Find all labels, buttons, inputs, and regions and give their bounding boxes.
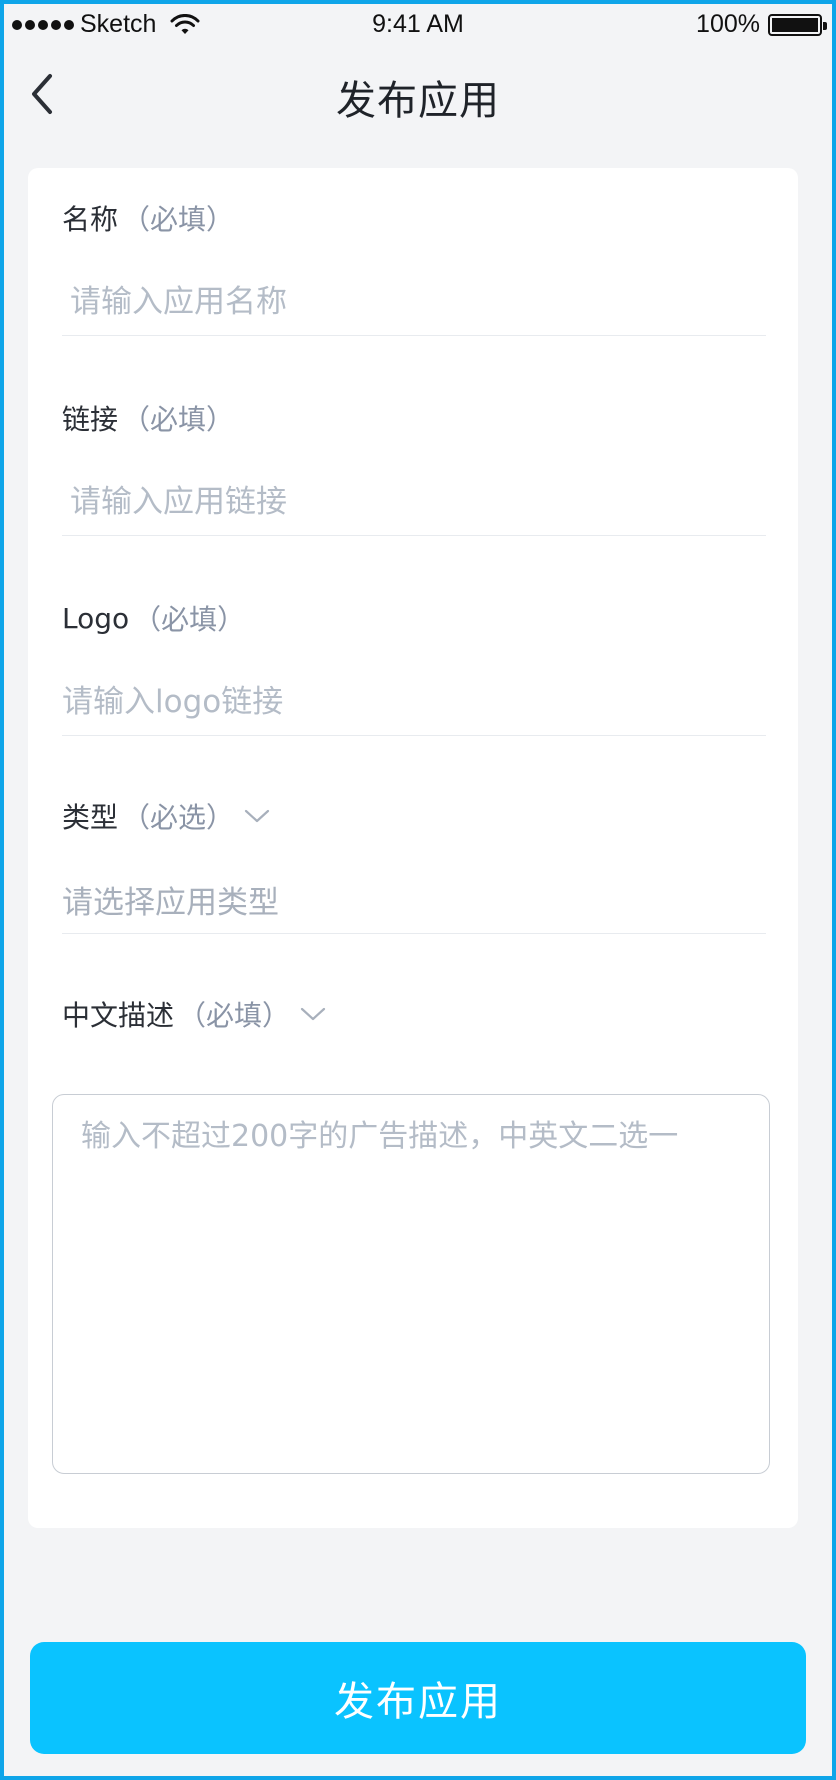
chevron-down-icon[interactable] bbox=[244, 808, 270, 824]
form-card: 名称 （必填） 链接 （必填） Logo （必填） 类型 （必选） bbox=[28, 168, 798, 1528]
description-label-row[interactable]: 中文描述 （必填） bbox=[62, 994, 766, 1034]
link-label-row: 链接 （必填） bbox=[62, 398, 766, 438]
name-label-row: 名称 （必填） bbox=[62, 198, 766, 238]
status-bar: Sketch 9:41 AM 100% bbox=[4, 4, 832, 44]
description-field: 中文描述 （必填） bbox=[62, 994, 766, 1034]
publish-button[interactable]: 发布应用 bbox=[30, 1642, 806, 1754]
logo-field: Logo （必填） bbox=[62, 598, 766, 736]
name-input[interactable] bbox=[62, 276, 766, 336]
type-field: 类型 （必选） 请选择应用类型 bbox=[62, 796, 766, 934]
description-textarea[interactable] bbox=[52, 1094, 770, 1474]
description-required-note: （必填） bbox=[178, 999, 291, 1032]
type-select[interactable]: 请选择应用类型 bbox=[62, 874, 766, 934]
type-select-placeholder: 请选择应用类型 bbox=[62, 885, 279, 921]
logo-input[interactable] bbox=[62, 676, 766, 736]
type-label-row[interactable]: 类型 （必选） bbox=[62, 796, 766, 836]
link-label: 链接 bbox=[62, 403, 119, 436]
page-title: 发布应用 bbox=[336, 78, 500, 124]
link-field: 链接 （必填） bbox=[62, 398, 766, 536]
type-required-note: （必选） bbox=[122, 801, 235, 834]
chevron-down-icon[interactable] bbox=[300, 1006, 326, 1022]
link-required-note: （必填） bbox=[122, 403, 235, 436]
battery-percent: 100% bbox=[696, 10, 760, 38]
link-input[interactable] bbox=[62, 476, 766, 536]
logo-required-note: （必填） bbox=[133, 603, 246, 636]
type-label: 类型 bbox=[62, 801, 119, 834]
battery-icon bbox=[768, 13, 827, 36]
description-label: 中文描述 bbox=[62, 999, 175, 1032]
app-screen: Sketch 9:41 AM 100% 发布应用 名称 （必填） 请输入应用名称… bbox=[4, 4, 832, 1776]
logo-label: Logo bbox=[62, 601, 130, 635]
nav-bar: 发布应用 bbox=[4, 44, 832, 144]
name-label: 名称 bbox=[62, 203, 119, 236]
name-required-note: （必填） bbox=[122, 203, 235, 236]
logo-label-row: Logo （必填） bbox=[62, 598, 766, 638]
name-field: 名称 （必填） bbox=[62, 198, 766, 336]
status-right: 100% bbox=[696, 10, 827, 39]
